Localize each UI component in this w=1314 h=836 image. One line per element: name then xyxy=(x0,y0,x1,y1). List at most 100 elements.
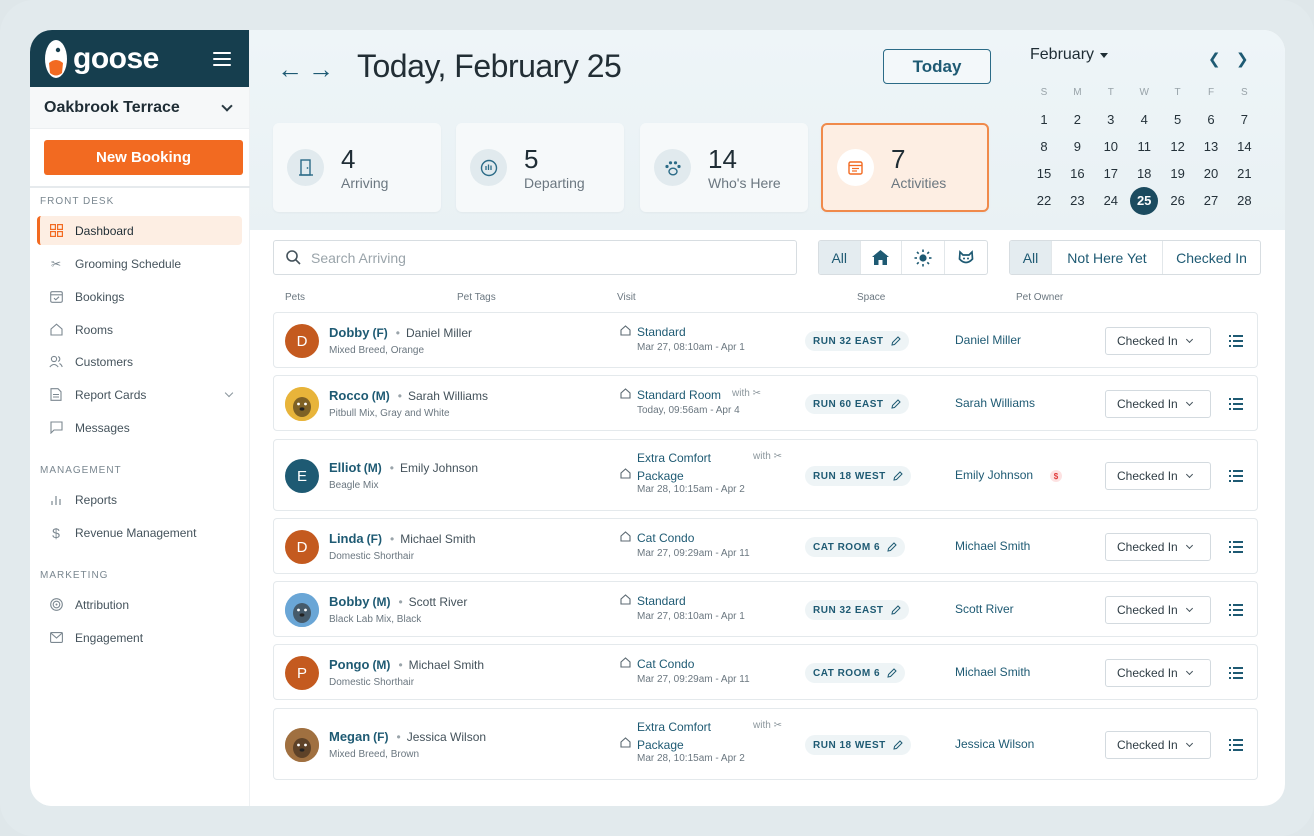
nav-item-messages[interactable]: Messages xyxy=(37,413,242,442)
calendar-day[interactable]: 1 xyxy=(1030,107,1058,133)
list-menu-icon[interactable] xyxy=(1229,604,1243,616)
status-dropdown[interactable]: Checked In xyxy=(1105,533,1211,561)
pet-owner-link[interactable]: Scott River xyxy=(955,602,1014,616)
nav-item-dashboard[interactable]: Dashboard xyxy=(37,216,242,245)
space-badge[interactable]: RUN 32 EAST xyxy=(805,331,909,351)
calendar-day[interactable]: 3 xyxy=(1097,107,1125,133)
calendar-day[interactable]: 26 xyxy=(1164,188,1192,214)
space-badge[interactable]: CAT ROOM 6 xyxy=(805,663,906,683)
next-day-arrow-icon[interactable]: → xyxy=(308,56,334,82)
calendar-day[interactable]: 27 xyxy=(1197,188,1225,214)
stat-card-departing[interactable]: 5 Departing xyxy=(456,123,624,212)
calendar-day[interactable]: 21 xyxy=(1230,161,1258,187)
status-dropdown[interactable]: Checked In xyxy=(1105,731,1211,759)
calendar-month-selector[interactable]: February xyxy=(1030,46,1270,64)
calendar-day[interactable]: 20 xyxy=(1197,161,1225,187)
status-filter-all[interactable]: All xyxy=(1010,241,1052,274)
list-menu-icon[interactable] xyxy=(1229,335,1243,347)
calendar-day[interactable]: 2 xyxy=(1063,107,1091,133)
status-dropdown[interactable]: Checked In xyxy=(1105,327,1211,355)
calendar-day[interactable]: 7 xyxy=(1230,107,1258,133)
nav-item-revenue-management[interactable]: $ Revenue Management xyxy=(37,518,242,547)
stat-card-activities[interactable]: 7 Activities xyxy=(821,123,989,212)
calendar-day[interactable]: 12 xyxy=(1164,134,1192,160)
calendar-day[interactable]: 28 xyxy=(1230,188,1258,214)
calendar-prev-icon[interactable]: ❮ xyxy=(1208,50,1221,68)
calendar-day[interactable]: 14 xyxy=(1230,134,1258,160)
visit-type[interactable]: Standard xyxy=(637,592,686,610)
space-badge[interactable]: RUN 60 EAST xyxy=(805,394,909,414)
table-row[interactable]: Bobby(M) Scott River Black Lab Mix, Black… xyxy=(273,581,1258,637)
calendar-day[interactable]: 10 xyxy=(1097,134,1125,160)
location-selector[interactable]: Oakbrook Terrace xyxy=(30,87,249,129)
calendar-day[interactable]: 19 xyxy=(1164,161,1192,187)
nav-item-report-cards[interactable]: Report Cards xyxy=(37,380,242,409)
visit-type[interactable]: Standard Room xyxy=(637,386,721,404)
status-dropdown[interactable]: Checked In xyxy=(1105,659,1211,687)
stat-card-arriving[interactable]: 4 Arriving xyxy=(273,123,441,212)
calendar-day[interactable]: 23 xyxy=(1063,188,1091,214)
table-row[interactable]: E Elliot(M) Emily Johnson Beagle Mix Extr… xyxy=(273,439,1258,511)
pet-name-link[interactable]: Dobby(F) Daniel Miller xyxy=(329,325,472,340)
stat-card-whos-here[interactable]: 14 Who's Here xyxy=(640,123,808,212)
payment-due-badge[interactable]: $ xyxy=(1050,470,1062,482)
calendar-day[interactable]: 22 xyxy=(1030,188,1058,214)
type-filter-daycare[interactable] xyxy=(902,241,945,274)
nav-item-bookings[interactable]: Bookings xyxy=(37,282,242,311)
pet-owner-link[interactable]: Daniel Miller xyxy=(955,333,1021,347)
today-button[interactable]: Today xyxy=(883,49,991,84)
pet-owner-link[interactable]: Michael Smith xyxy=(955,539,1030,553)
calendar-day[interactable]: 6 xyxy=(1197,107,1225,133)
pet-owner-link[interactable]: Emily Johnson xyxy=(955,468,1033,482)
pet-name-link[interactable]: Pongo(M) Michael Smith xyxy=(329,657,484,672)
calendar-day[interactable]: 13 xyxy=(1197,134,1225,160)
table-row[interactable]: D Dobby(F) Daniel Miller Mixed Breed, Ora… xyxy=(273,312,1258,368)
calendar-day[interactable]: 9 xyxy=(1063,134,1091,160)
prev-day-arrow-icon[interactable]: ← xyxy=(277,56,303,82)
type-filter-boarding[interactable] xyxy=(861,241,903,274)
pet-name-link[interactable]: Elliot(M) Emily Johnson xyxy=(329,460,478,475)
pet-name-link[interactable]: Bobby(M) Scott River xyxy=(329,594,467,609)
status-dropdown[interactable]: Checked In xyxy=(1105,390,1211,418)
calendar-day[interactable]: 8 xyxy=(1030,134,1058,160)
calendar-day[interactable]: 11 xyxy=(1130,134,1158,160)
calendar-day[interactable]: 5 xyxy=(1164,107,1192,133)
calendar-day[interactable]: 15 xyxy=(1030,161,1058,187)
calendar-day[interactable]: 24 xyxy=(1097,188,1125,214)
table-row[interactable]: Rocco(M) Sarah Williams Pitbull Mix, Gray… xyxy=(273,375,1258,431)
list-menu-icon[interactable] xyxy=(1229,541,1243,553)
pet-name-link[interactable]: Linda(F) Michael Smith xyxy=(329,531,476,546)
type-filter-all[interactable]: All xyxy=(819,241,861,274)
calendar-day[interactable]: 18 xyxy=(1130,161,1158,187)
nav-item-attribution[interactable]: Attribution xyxy=(37,590,242,619)
list-menu-icon[interactable] xyxy=(1229,667,1243,679)
pet-name-link[interactable]: Megan(F) Jessica Wilson xyxy=(329,729,486,744)
list-menu-icon[interactable] xyxy=(1229,470,1243,482)
nav-item-customers[interactable]: Customers xyxy=(37,347,242,376)
calendar-day[interactable]: 17 xyxy=(1097,161,1125,187)
space-badge[interactable]: RUN 18 WEST xyxy=(805,735,911,755)
table-row[interactable]: Megan(F) Jessica Wilson Mixed Breed, Brow… xyxy=(273,708,1258,780)
visit-type[interactable]: Extra Comfort Package xyxy=(637,449,711,485)
visit-type[interactable]: Cat Condo xyxy=(637,655,694,673)
nav-item-rooms[interactable]: Rooms xyxy=(37,315,242,344)
calendar-day[interactable]: 16 xyxy=(1063,161,1091,187)
table-row[interactable]: D Linda(F) Michael Smith Domestic Shortha… xyxy=(273,518,1258,574)
list-menu-icon[interactable] xyxy=(1229,739,1243,751)
pet-owner-link[interactable]: Michael Smith xyxy=(955,665,1030,679)
status-dropdown[interactable]: Checked In xyxy=(1105,596,1211,624)
space-badge[interactable]: RUN 18 WEST xyxy=(805,466,911,486)
status-filter-not-here-yet[interactable]: Not Here Yet xyxy=(1052,241,1163,274)
pet-name-link[interactable]: Rocco(M) Sarah Williams xyxy=(329,388,488,403)
new-booking-button[interactable]: New Booking xyxy=(44,140,243,175)
visit-type[interactable]: Cat Condo xyxy=(637,529,694,547)
pet-owner-link[interactable]: Jessica Wilson xyxy=(955,737,1034,751)
space-badge[interactable]: CAT ROOM 6 xyxy=(805,537,906,557)
space-badge[interactable]: RUN 32 EAST xyxy=(805,600,909,620)
pet-owner-link[interactable]: Sarah Williams xyxy=(955,396,1035,410)
status-filter-checked-in[interactable]: Checked In xyxy=(1163,241,1260,274)
visit-type[interactable]: Extra Comfort Package xyxy=(637,718,711,754)
calendar-day-selected[interactable]: 25 xyxy=(1130,187,1159,215)
search-input[interactable] xyxy=(311,249,781,266)
nav-item-engagement[interactable]: Engagement xyxy=(37,623,242,652)
